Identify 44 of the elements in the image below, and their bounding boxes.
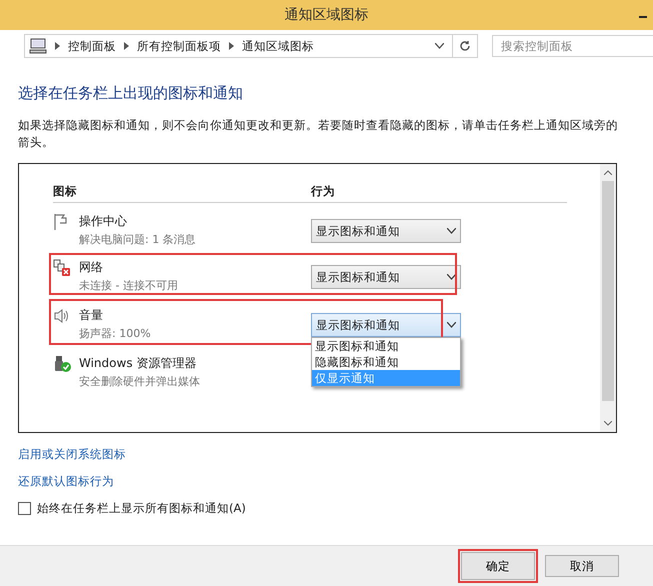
dialog-button[interactable]: 确定 — [461, 552, 535, 580]
dropdown-caret-icon[interactable] — [435, 43, 444, 49]
breadcrumb[interactable]: 通知区域图标 — [242, 38, 314, 54]
column-header: 图标 — [53, 184, 78, 199]
caret-icon — [447, 274, 456, 280]
checkbox[interactable] — [18, 502, 31, 515]
icon-name: 操作中心 — [79, 213, 128, 230]
page-heading: 选择在任务栏上出现的图标和通知 — [18, 84, 244, 103]
caret-icon — [447, 228, 456, 234]
column-header: 行为 — [311, 184, 335, 199]
chevron-right-icon — [55, 42, 60, 50]
scrollbar[interactable] — [600, 164, 616, 432]
chevron-right-icon — [229, 42, 234, 50]
computer-icon — [29, 38, 47, 54]
caret-icon — [447, 322, 456, 328]
scrollbar-thumb[interactable] — [602, 181, 614, 401]
behavior-dropdown[interactable]: 显示图标和通知 — [311, 219, 461, 243]
icon-name: 音量 — [79, 307, 104, 324]
search-field[interactable]: 搜索控制面板 — [492, 35, 653, 57]
usb-check-icon — [53, 355, 71, 373]
dropdown-option[interactable]: 隐藏图标和通知 — [312, 354, 460, 370]
link[interactable]: 启用或关闭系统图标 — [18, 447, 126, 462]
chevron-right-icon — [124, 42, 129, 50]
link[interactable]: 还原默认图标行为 — [18, 474, 114, 489]
dropdown-option[interactable]: 显示图标和通知 — [312, 338, 460, 354]
window-title: 通知区域图标 — [284, 6, 368, 24]
scroll-down-icon[interactable] — [604, 421, 612, 426]
icon-status: 安全删除硬件并弹出媒体 — [79, 374, 201, 389]
scroll-up-icon[interactable] — [604, 170, 612, 175]
icon-status: 扬声器: 100% — [79, 326, 152, 341]
icon-status: 解决电脑问题: 1 条消息 — [79, 232, 197, 247]
breadcrumb[interactable]: 所有控制面板项 — [137, 38, 221, 54]
icon-name: 网络 — [79, 259, 104, 276]
description-text: 如果选择隐藏图标和通知，则不会向你通知更改和更新。若要随时查看隐藏的图标，请单击任务栏上通知区域旁的箭头。 — [18, 117, 619, 151]
breadcrumb[interactable]: 控制面板 — [68, 38, 116, 54]
icon-name: Windows 资源管理器 — [79, 355, 198, 372]
network-error-icon — [53, 259, 71, 277]
behavior-dropdown[interactable]: 显示图标和通知 — [311, 265, 461, 289]
behavior-dropdown[interactable]: 显示图标和通知 — [311, 313, 461, 337]
address-bar[interactable]: 控制面板 所有控制面板项 通知区域图标 — [24, 34, 478, 58]
checkbox-label[interactable]: 始终在任务栏上显示所有图标和通知(A) — [37, 501, 246, 516]
icon-status: 未连接 - 连接不可用 — [79, 278, 179, 293]
dialog-button[interactable]: 取消 — [545, 555, 619, 577]
speaker-icon — [53, 307, 71, 325]
